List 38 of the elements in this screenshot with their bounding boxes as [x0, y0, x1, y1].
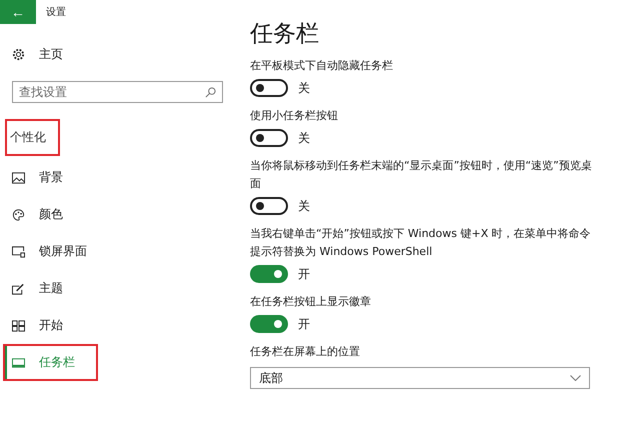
nav-item[interactable]: 颜色 — [0, 196, 235, 233]
nav-item[interactable]: 主页 — [39, 46, 63, 63]
taskbar-icon — [12, 356, 25, 368]
setting-label: 使用小任务栏按钮 — [250, 108, 339, 124]
search-field[interactable]: 查找设置 — [12, 81, 223, 103]
nav-item[interactable]: 背景 — [0, 159, 235, 196]
setting-label: 任务栏在屏幕上的位置 — [250, 344, 361, 360]
toggle-switch[interactable] — [250, 79, 288, 97]
settings-icon — [12, 48, 25, 61]
window-title: 设置 — [46, 6, 66, 19]
toggle-state: 关 — [298, 198, 310, 214]
toggle-switch[interactable] — [250, 315, 288, 333]
chevron-down-icon — [570, 375, 581, 381]
lock-screen-icon — [12, 246, 25, 258]
section-heading: 个性化 — [5, 118, 60, 156]
setting-label: 当你将鼠标移动到任务栏末端的“显示桌面”按钮时，使用“速览”预览桌面 — [250, 158, 593, 192]
nav-item[interactable]: 锁屏界面 — [0, 233, 235, 270]
nav-item[interactable]: 任务栏 — [3, 344, 98, 381]
toggle-state: 关 — [298, 80, 310, 96]
toggle-switch[interactable] — [250, 197, 288, 215]
setting-label: 在平板模式下自动隐藏任务栏 — [250, 58, 394, 74]
toggle-switch[interactable] — [250, 265, 288, 283]
nav-item[interactable]: 开始 — [0, 307, 235, 344]
position-dropdown[interactable]: 底部 — [250, 367, 590, 389]
tiles-icon — [12, 320, 25, 332]
toggle-state: 开 — [298, 266, 310, 282]
toggle-switch[interactable] — [250, 129, 288, 147]
toggle-state: 开 — [298, 316, 310, 332]
search-icon — [205, 87, 216, 98]
image-icon — [12, 172, 25, 184]
brush-icon — [12, 282, 25, 294]
setting-label: 在任务栏按钮上显示徽章 — [250, 294, 372, 310]
nav-item[interactable]: 主题 — [0, 270, 235, 307]
back-button[interactable]: ← — [0, 0, 36, 24]
palette-icon — [12, 208, 25, 220]
setting-label: 当我右键单击“开始”按钮或按下 Windows 键+X 时，在菜单中将命令提示符替换为 Windows PowerShell — [250, 226, 592, 260]
page-title: 任务栏 — [250, 20, 320, 49]
toggle-state: 关 — [298, 130, 310, 146]
